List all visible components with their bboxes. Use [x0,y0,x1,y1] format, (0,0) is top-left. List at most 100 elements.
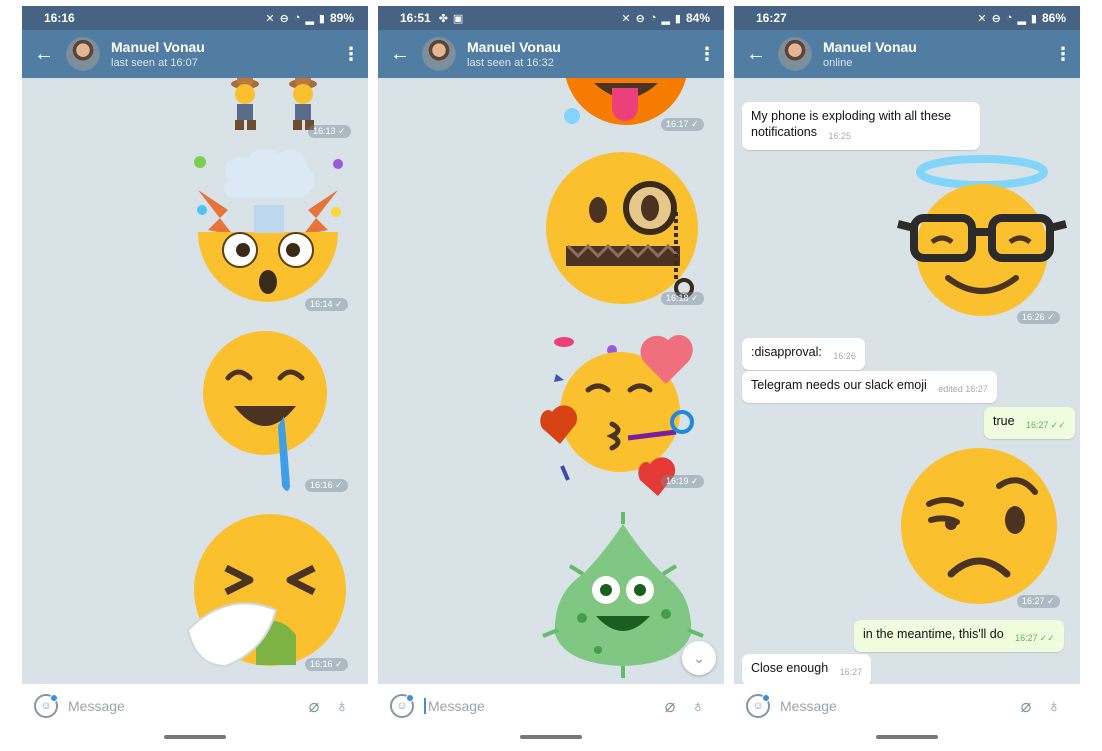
read-check-icon: ✓ [332,659,343,669]
sticker-time: 16:27 ✓ [1017,595,1060,608]
arrow-left-icon[interactable]: ← [22,30,66,78]
avatar[interactable] [422,37,456,71]
last-seen: last seen at 16:07 [111,56,198,69]
status-icons: ✕ ⊖ ◔ ▂ ▮ 84% [621,11,710,25]
previous-sticker-edge [956,78,1036,82]
message-bubble-outgoing[interactable]: in the meantime, this'll do 16:27 ✓✓ [854,620,1064,652]
message-time: 16:27 [1026,420,1049,430]
chat-area[interactable]: My phone is exploding with all these not… [734,78,1080,684]
message-time: edited 16:27 [938,384,988,394]
contact-name: Manuel Vonau [467,38,561,55]
paperclip-icon[interactable]: ⌀ [300,696,328,717]
chat-area[interactable]: 16:13 ✓ 16:14 ✓ 16:16 ✓ 16:16 ✓ [22,78,368,684]
status-time: 16:51 [400,11,431,25]
exploding-head-emoji-sticker[interactable] [188,150,348,310]
sticker-time: 16:16 ✓ [305,658,348,671]
dnd-icon: ⊖ [635,12,645,25]
read-check-icon: ✓ [332,480,343,490]
phone-screen-3: 16:27 ✕ ⊖ ◔ ▂ ▮ 86% ← Manuel Vonau onlin… [734,6,1080,745]
notification-dot [50,694,58,702]
arrow-left-icon[interactable]: ← [378,30,422,78]
message-input[interactable]: Message [424,698,656,714]
wifi-icon: ◔ [649,12,657,24]
scroll-down-button[interactable]: ⌄ [682,641,716,675]
raised-eyebrow-frown-emoji-sticker[interactable] [899,446,1059,606]
microphone-icon[interactable]: ♁ [328,696,356,717]
message-composer: ☺ Message ⌀ ♁ [378,684,724,728]
sticker-time: 16:19 ✓ [661,475,704,488]
phone-screen-2: 16:51 ✤ ▣ ✕ ⊖ ◔ ▂ ▮ 84% ← Manuel Vonau l… [378,6,724,745]
home-handle[interactable] [164,734,226,739]
nav-bar [22,728,368,745]
wifi-icon: ◔ [1005,12,1013,24]
contact-info[interactable]: Manuel Vonau last seen at 16:07 [111,39,205,70]
arrow-left-icon[interactable]: ← [734,30,778,78]
message-text: :disapproval: [751,345,822,359]
paperclip-icon[interactable]: ⌀ [1012,696,1040,717]
home-handle[interactable] [520,734,582,739]
mute-icon: ✕ [265,12,275,25]
contact-info[interactable]: Manuel Vonau online [823,39,917,70]
status-bar: 16:51 ✤ ▣ ✕ ⊖ ◔ ▂ ▮ 84% [378,6,724,30]
more-vertical-icon[interactable]: ⋮ [334,44,368,65]
contact-info[interactable]: Manuel Vonau last seen at 16:32 [467,39,561,70]
message-composer: ☺ Message ⌀ ♁ [22,684,368,728]
paperclip-icon[interactable]: ⌀ [656,696,684,717]
zipper-monocle-emoji-sticker[interactable] [542,152,712,312]
emoji-sticker-icon[interactable]: ☺ [746,694,770,718]
wifi-icon: ◔ [293,12,301,24]
read-check-icon: ✓ [1044,596,1055,606]
sneezing-face-emoji-sticker[interactable] [186,510,346,670]
signal-icon: ▂ [305,12,314,25]
online-status: online [823,56,853,69]
message-bubble[interactable]: Close enough 16:27 [742,654,872,684]
emoji-sticker-icon[interactable]: ☺ [34,694,58,718]
status-bar: 16:27 ✕ ⊖ ◔ ▂ ▮ 86% [734,6,1080,30]
message-bubble[interactable]: Telegram needs our slack emoji edited 16… [742,371,997,403]
halo-glasses-smile-emoji-sticker[interactable] [894,154,1069,319]
more-vertical-icon[interactable]: ⋮ [1046,44,1080,65]
message-time: 16:26 [833,351,856,361]
dnd-icon: ⊖ [991,12,1001,25]
emoji-sticker-icon[interactable]: ☺ [390,694,414,718]
nav-bar [378,728,724,745]
kissing-hearts-party-emoji-sticker[interactable] [534,320,714,500]
avatar[interactable] [66,37,100,71]
read-check-icon: ✓ [332,299,343,309]
message-input[interactable]: Message [780,698,1012,714]
message-bubble-outgoing[interactable]: true 16:27 ✓✓ [984,407,1075,439]
microphone-icon[interactable]: ♁ [684,696,712,717]
read-check-icon: ✓✓ [1039,633,1055,643]
signal-icon: ▂ [1017,12,1026,25]
chat-header: ← Manuel Vonau last seen at 16:32 ⋮ [378,30,724,78]
gallery-icon: ▣ [452,12,464,25]
notification-icons: ✤ ▣ [439,12,464,25]
message-bubble[interactable]: My phone is exploding with all these not… [742,102,980,150]
phone-screen-1: 16:16 ✕ ⊖ ◔ ▂ ▮ 89% ← Manuel Vonau last … [22,6,368,745]
status-icons: ✕ ⊖ ◔ ▂ ▮ 89% [265,11,354,25]
message-input[interactable]: Message [68,698,300,714]
message-composer: ☺ Message ⌀ ♁ [734,684,1080,728]
home-handle[interactable] [876,734,938,739]
avatar[interactable] [778,37,812,71]
more-vertical-icon[interactable]: ⋮ [690,44,724,65]
message-time: 16:25 [828,131,852,141]
sticker-time: 16:26 ✓ [1017,311,1060,324]
read-check-icon: ✓ [688,476,699,486]
read-check-icon: ✓✓ [1050,420,1066,430]
message-time: 16:27 [1015,633,1038,643]
read-check-icon: ✓ [335,126,346,136]
drooling-face-emoji-sticker[interactable] [200,328,330,498]
battery-level: 89% [329,11,354,25]
dnd-icon: ⊖ [279,12,289,25]
chat-header: ← Manuel Vonau last seen at 16:07 ⋮ [22,30,368,78]
read-check-icon: ✓ [688,119,699,129]
sticker-time: 16:14 ✓ [305,298,348,311]
microphone-icon[interactable]: ♁ [1040,696,1068,717]
last-seen: last seen at 16:32 [467,56,554,69]
chat-area[interactable]: 16:17 ✓ 16:18 ✓ 16:19 ✓ ⌄ [378,78,724,684]
message-bubble[interactable]: :disapproval: 16:26 [742,338,865,370]
message-text: Telegram needs our slack emoji [751,378,927,392]
signal-icon: ▂ [661,12,670,25]
sticker-time: 16:18 ✓ [661,292,704,305]
